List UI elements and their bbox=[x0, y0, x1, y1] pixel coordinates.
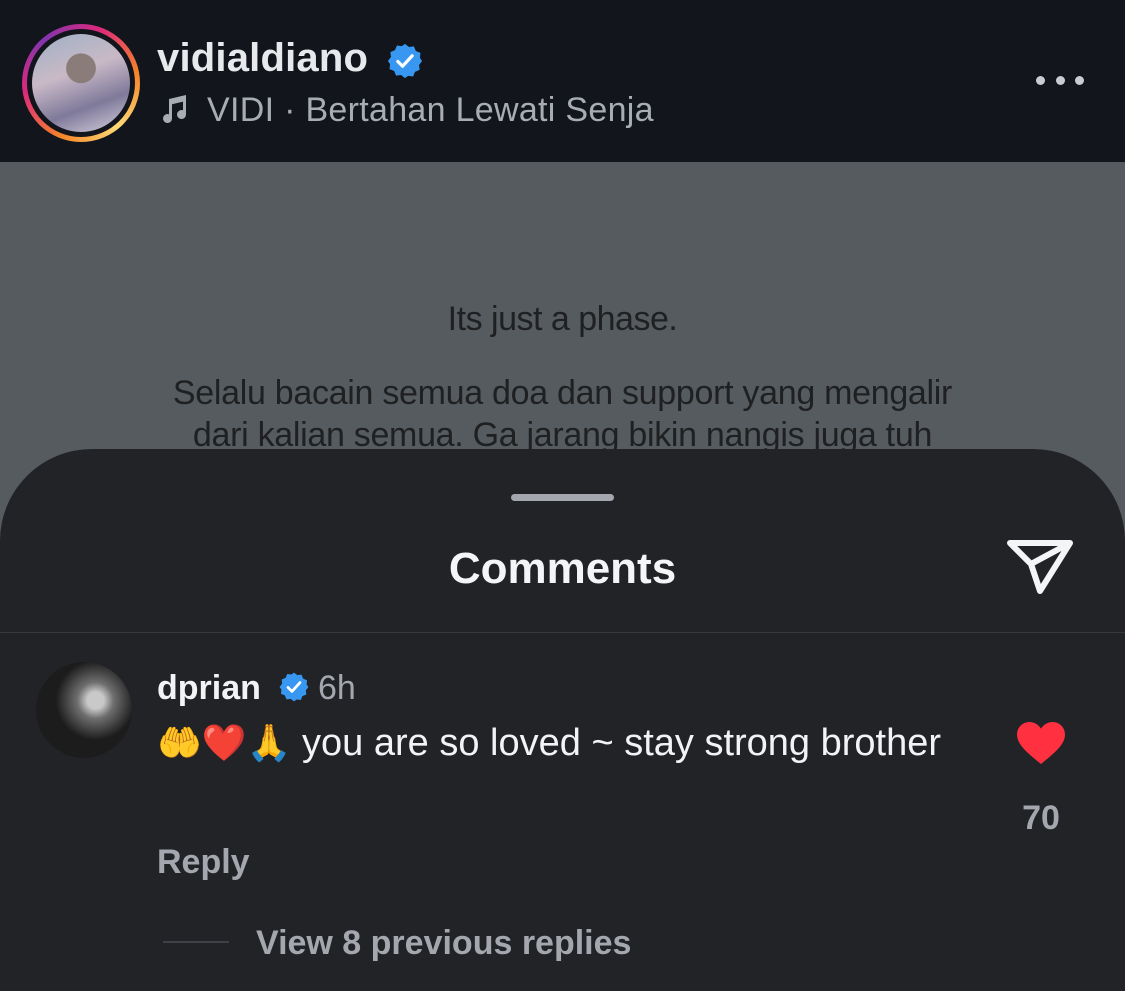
comments-title: Comments bbox=[448, 544, 677, 593]
comment-timestamp: 6h bbox=[318, 669, 356, 707]
more-options-button[interactable] bbox=[1030, 65, 1090, 95]
share-send-icon[interactable] bbox=[1004, 535, 1076, 597]
view-replies-button[interactable]: View 8 previous replies bbox=[256, 924, 631, 963]
audio-track-label[interactable]: VIDI · Bertahan Lewati Senja bbox=[207, 91, 654, 130]
dot-icon bbox=[1036, 75, 1045, 85]
story-ring-avatar[interactable] bbox=[22, 24, 140, 142]
dot-icon bbox=[1055, 75, 1065, 85]
post-image-text-line: Selalu bacain semua doa dan support yang… bbox=[172, 374, 953, 412]
comment-text: you are so loved ~ stay strong brother bbox=[302, 722, 942, 764]
divider bbox=[0, 632, 1125, 633]
music-note-icon bbox=[163, 95, 187, 124]
heart-icon[interactable] bbox=[1016, 721, 1066, 765]
sheet-drag-handle[interactable] bbox=[511, 494, 614, 501]
verified-badge-icon bbox=[279, 672, 309, 702]
avatar bbox=[32, 34, 130, 132]
reply-button[interactable]: Reply bbox=[157, 843, 250, 882]
post-username[interactable]: vidialdiano bbox=[157, 36, 368, 81]
comment-username[interactable]: dprian bbox=[157, 669, 261, 708]
comment-emojis: 🤲❤️🙏 bbox=[157, 723, 292, 764]
post-header: vidialdiano VIDI · Bertahan Lewati Senja bbox=[0, 0, 1125, 162]
post-image: Its just a phase. Selalu bacain semua do… bbox=[0, 162, 1125, 462]
comments-sheet: Comments dprian 6h 🤲❤️🙏 you are so loved… bbox=[0, 449, 1125, 991]
dot-icon bbox=[1075, 75, 1084, 85]
verified-badge-icon bbox=[387, 43, 423, 79]
commenter-avatar[interactable] bbox=[36, 662, 132, 758]
like-count: 70 bbox=[1022, 799, 1060, 837]
comment-body: 🤲❤️🙏 you are so loved ~ stay strong brot… bbox=[157, 719, 957, 768]
replies-line bbox=[163, 941, 229, 943]
post-image-text-line: Its just a phase. bbox=[447, 300, 678, 338]
